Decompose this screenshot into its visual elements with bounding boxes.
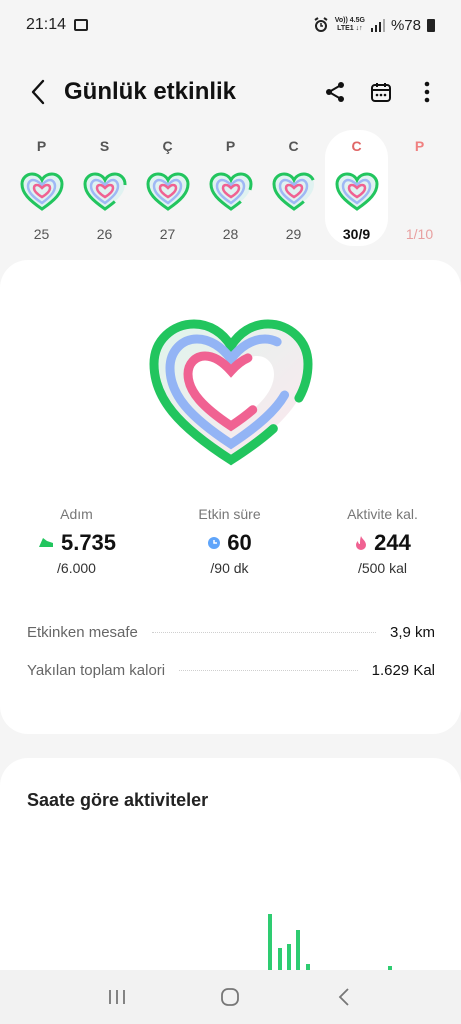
day-name: Ç (162, 138, 173, 154)
page-title: Günlük etkinlik (64, 78, 237, 105)
network-indicator: Vo)) 4.5G LTE1 ↓↑ (335, 17, 365, 33)
day-number: 27 (159, 226, 176, 242)
mini-heart-icon (334, 172, 379, 211)
daily-summary-card: Adım 5.735 /6.000 Etkin süre 60 /90 dk A… (0, 260, 461, 734)
dotted-divider (179, 670, 358, 671)
day-number: 1/10 (405, 226, 434, 242)
recent-apps-icon (108, 990, 125, 1004)
hourly-bar (268, 914, 272, 970)
mini-heart-icon (82, 172, 127, 211)
status-time: 21:14 (26, 16, 67, 33)
active-time-label: Etkin süre (198, 506, 261, 522)
steps-value: 5.735 (60, 530, 117, 555)
empty-heart-placeholder (398, 172, 442, 212)
day-number: 28 (222, 226, 239, 242)
status-bar: 21:14 Vo)) 4.5G LTE1 ↓↑ %78 (0, 0, 461, 50)
activity-heart-icon (149, 319, 313, 466)
home-icon (221, 988, 240, 1006)
day-number: 29 (285, 226, 302, 242)
image-notification-icon (74, 19, 89, 31)
day-item[interactable]: P 28 (199, 130, 262, 246)
day-item[interactable]: P 25 (10, 130, 73, 246)
distance-row: Etkinken mesafe 3,9 km (27, 624, 435, 641)
day-name: P (414, 138, 425, 154)
day-number: 26 (96, 226, 113, 242)
share-icon (326, 82, 344, 102)
day-item[interactable]: S 26 (73, 130, 136, 246)
activity-calories-stat[interactable]: Aktivite kal. 244 /500 kal (306, 506, 459, 576)
total-calories-value: 1.629 Kal (371, 662, 435, 679)
more-options-button[interactable] (407, 72, 447, 112)
battery-percent: %78 (390, 16, 421, 34)
calendar-button[interactable] (361, 72, 401, 112)
alarm-icon (314, 17, 328, 32)
chevron-left-icon (31, 79, 45, 105)
day-item[interactable]: Ç 27 (136, 130, 199, 246)
battery-icon (427, 18, 435, 32)
day-number: 30/9 (342, 226, 371, 242)
distance-value: 3,9 km (389, 624, 435, 641)
distance-label: Etkinken mesafe (27, 624, 138, 641)
mini-heart-icon (19, 172, 64, 211)
system-navigation-bar (0, 970, 461, 1024)
shoe-icon (38, 538, 53, 547)
steps-label: Adım (60, 506, 93, 522)
active-time-value: 60 (227, 530, 252, 555)
header-actions (315, 72, 447, 112)
system-back-button[interactable] (319, 977, 369, 1017)
network-bottom-label: LTE1 ↓↑ (337, 25, 363, 32)
recent-apps-button[interactable] (92, 977, 142, 1017)
flame-icon (356, 536, 367, 550)
activity-calories-goal: /500 kal (357, 560, 408, 576)
day-item[interactable]: C 29 (262, 130, 325, 246)
day-name: P (225, 138, 236, 154)
day-item-future: P 1/10 (388, 130, 451, 246)
back-button[interactable] (18, 72, 58, 112)
status-right: Vo)) 4.5G LTE1 ↓↑ %78 (313, 17, 435, 34)
home-button[interactable] (205, 977, 255, 1017)
more-vertical-icon (424, 81, 430, 103)
day-item-selected[interactable]: C 30/9 (325, 130, 388, 246)
share-button[interactable] (315, 72, 355, 112)
hourly-bar (296, 930, 300, 970)
dotted-divider (151, 632, 376, 633)
hourly-bar (287, 944, 291, 970)
day-name: P (36, 138, 47, 154)
day-number: 25 (33, 226, 50, 242)
active-time-stat[interactable]: Etkin süre 60 /90 dk (153, 506, 306, 576)
day-name: C (351, 138, 362, 154)
mini-heart-icon (271, 172, 316, 211)
steps-stat[interactable]: Adım 5.735 /6.000 (0, 506, 153, 576)
network-top-label: Vo)) 4.5G (334, 17, 365, 24)
section-title: Saate göre aktiviteler (27, 790, 209, 810)
week-selector: P 25 S 26 Ç 27 P 28 C 29 C 30/9 P 1/10 (10, 130, 451, 250)
stats-row: Adım 5.735 /6.000 Etkin süre 60 /90 dk A… (0, 506, 461, 576)
total-calories-label: Yakılan toplam kalori (27, 662, 166, 679)
mini-heart-icon (208, 172, 253, 211)
back-arrow-icon (338, 988, 349, 1006)
signal-icon (370, 18, 385, 32)
active-time-goal: /90 dk (210, 560, 249, 576)
calendar-icon (371, 83, 391, 102)
clock-icon (208, 537, 221, 549)
mini-heart-icon (145, 172, 190, 211)
steps-goal: /6.000 (57, 560, 96, 576)
activity-calories-label: Aktivite kal. (347, 506, 418, 522)
day-name: S (99, 138, 110, 154)
app-header: Günlük etkinlik (0, 62, 461, 122)
activity-calories-value: 244 (374, 530, 411, 555)
day-name: C (288, 138, 299, 154)
total-calories-row: Yakılan toplam kalori 1.629 Kal (27, 662, 435, 679)
hourly-bar (278, 948, 282, 970)
